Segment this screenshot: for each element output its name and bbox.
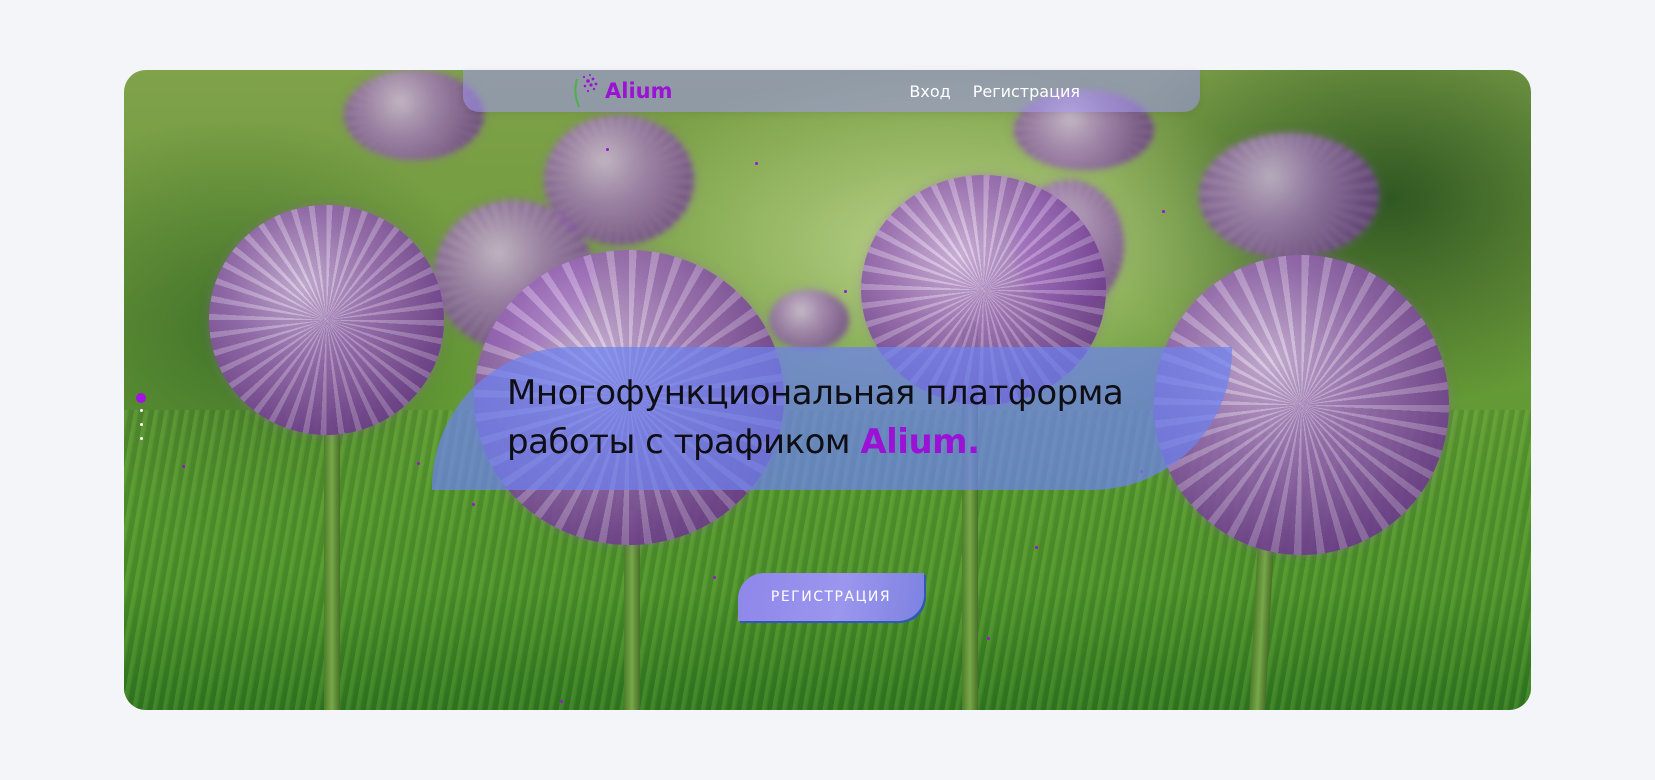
flower-head	[209, 205, 444, 435]
logo-text: Alium	[605, 79, 673, 103]
decorative-dot	[755, 162, 758, 165]
decorative-dot	[606, 148, 609, 151]
slider-dot-active[interactable]	[136, 393, 146, 403]
slider-dot[interactable]	[139, 437, 143, 440]
slider-dot[interactable]	[139, 409, 143, 412]
decorative-dot	[987, 637, 990, 640]
slider-pagination	[136, 393, 146, 451]
decorative-dot	[560, 700, 563, 703]
nav-links: Вход Регистрация	[909, 70, 1080, 112]
decorative-dot	[417, 462, 420, 465]
top-navbar: Alium Вход Регистрация	[463, 70, 1200, 112]
decorative-dot	[713, 576, 716, 579]
background-flower	[769, 290, 849, 350]
slider-dot[interactable]	[139, 423, 143, 426]
hero-title-line2: работы с трафиком	[507, 422, 861, 462]
hero-title: Многофункциональная платформа работы с т…	[507, 369, 1207, 467]
allium-flower-icon	[571, 73, 601, 109]
hero-title-line1: Многофункциональная платформа	[507, 373, 1124, 413]
decorative-dot	[182, 465, 185, 468]
background-flower	[1199, 133, 1379, 258]
register-link[interactable]: Регистрация	[973, 82, 1080, 101]
login-link[interactable]: Вход	[909, 82, 950, 101]
logo[interactable]: Alium	[571, 70, 672, 112]
register-button[interactable]: РЕГИСТРАЦИЯ	[738, 573, 924, 621]
decorative-dot	[472, 503, 475, 506]
decorative-dot	[1035, 546, 1038, 549]
decorative-dot	[844, 290, 847, 293]
decorative-dot	[1162, 210, 1165, 213]
flower-stem	[324, 425, 340, 710]
hero-title-accent: Alium.	[860, 422, 980, 462]
